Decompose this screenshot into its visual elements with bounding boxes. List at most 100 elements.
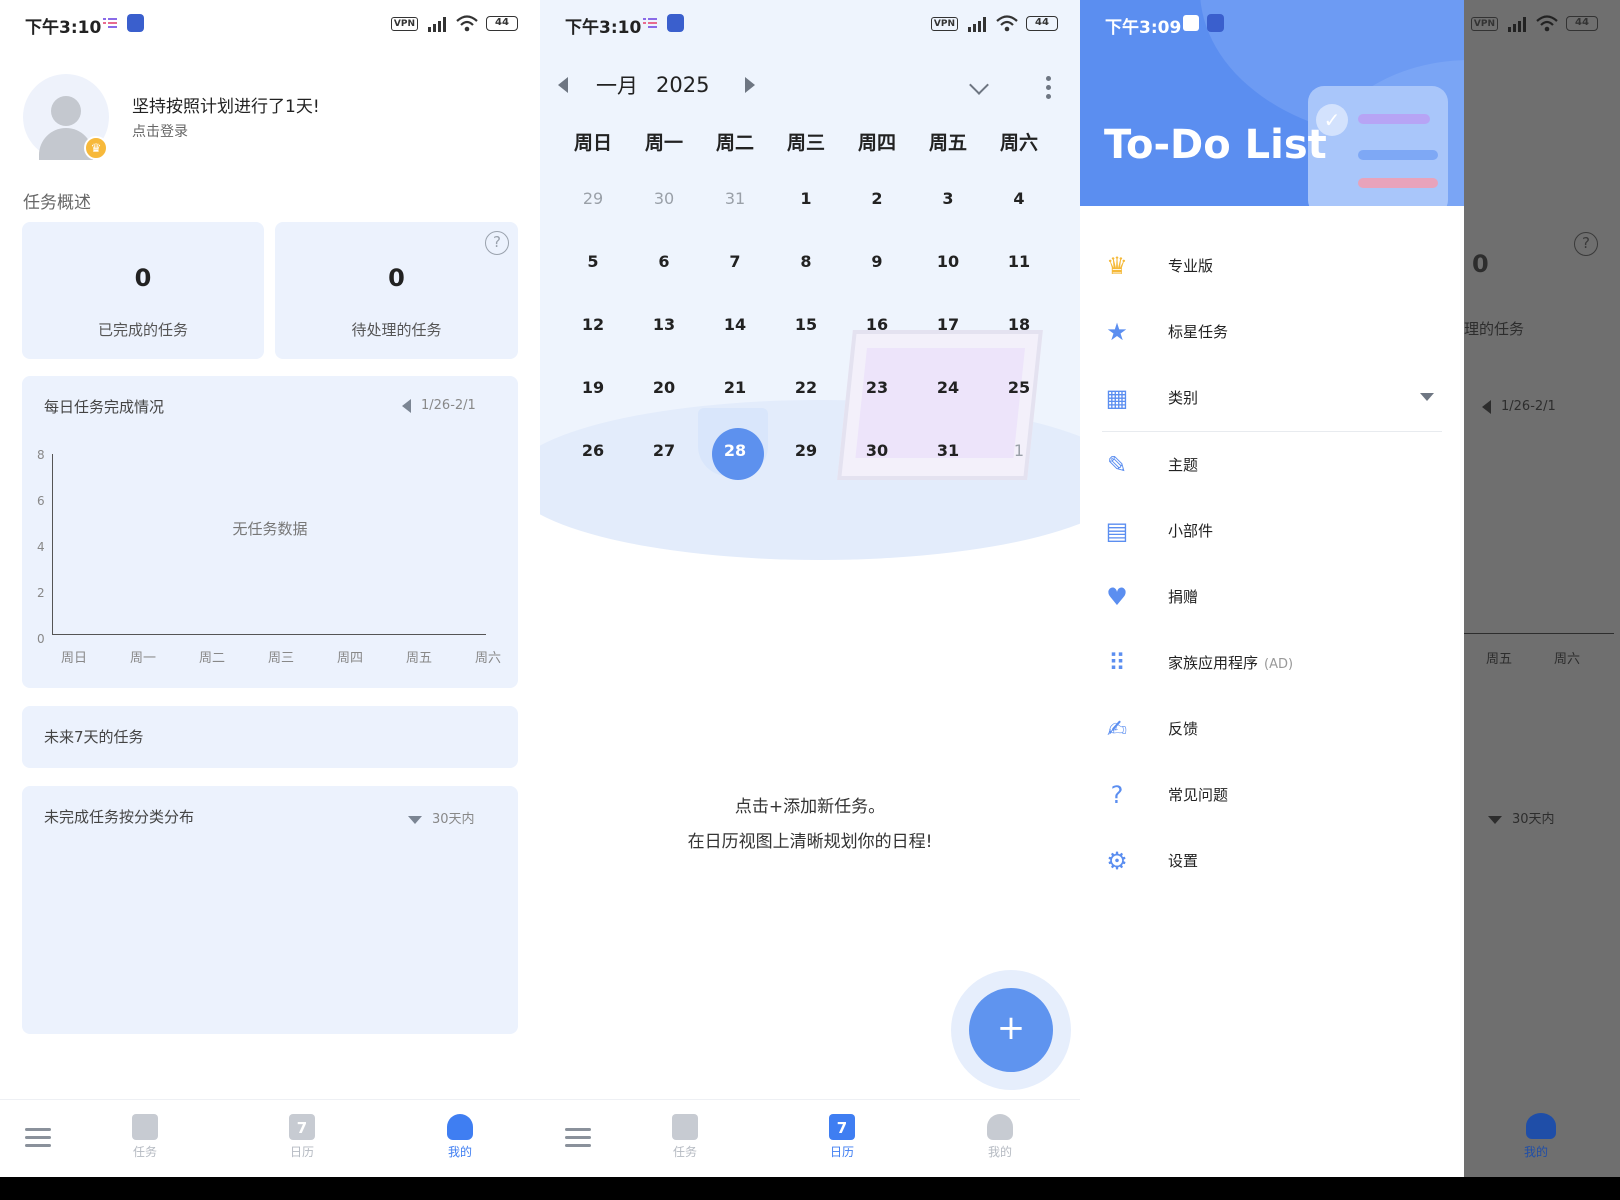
- status-bar: 下午3:10 VPN 44: [0, 0, 540, 46]
- calendar-day[interactable]: 24: [913, 378, 983, 397]
- calendar-day[interactable]: 6: [629, 252, 699, 271]
- calendar-day[interactable]: 10: [913, 252, 983, 271]
- calendar-day[interactable]: 30: [629, 189, 699, 208]
- brush-icon: ✎: [1106, 451, 1128, 479]
- category-range-selector[interactable]: 30天内: [408, 808, 475, 827]
- calendar-day[interactable]: 13: [629, 315, 699, 334]
- bottom-navigation: 任务 7 日历 我的: [540, 1099, 1080, 1177]
- help-icon[interactable]: ?: [485, 231, 509, 255]
- login-link[interactable]: 点击登录: [132, 121, 188, 141]
- calendar-day[interactable]: 4: [984, 189, 1054, 208]
- drawer-item-question[interactable]: ? 常见问题: [1080, 770, 1464, 820]
- peek-range-value: 1/26-2/1: [1501, 399, 1556, 414]
- signal-icon: [1508, 16, 1526, 32]
- drawer-item-text: 类别: [1168, 389, 1199, 407]
- calendar-day[interactable]: 1: [771, 189, 841, 208]
- nav-calendar[interactable]: 7 日历: [272, 1114, 332, 1160]
- ad-tag: (AD): [1264, 657, 1294, 672]
- calendar-day[interactable]: 1: [984, 441, 1054, 460]
- vpn-icon: VPN: [930, 16, 958, 31]
- calendar-day[interactable]: 29: [558, 189, 628, 208]
- x-tick: 周四: [336, 651, 363, 666]
- calendar-day-today[interactable]: 28: [700, 441, 770, 460]
- help-icon: ?: [1574, 232, 1598, 256]
- previous-week-icon[interactable]: [402, 398, 411, 413]
- x-axis: [52, 634, 486, 635]
- wifi-icon: [1536, 15, 1558, 32]
- calendar-day[interactable]: 22: [771, 378, 841, 397]
- add-task-button[interactable]: +: [969, 988, 1053, 1072]
- previous-month-icon[interactable]: [558, 77, 568, 93]
- calendar-day[interactable]: 19: [558, 378, 628, 397]
- calendar-day[interactable]: 25: [984, 378, 1054, 397]
- drawer-item-crown[interactable]: ♛ 专业版: [1080, 241, 1464, 291]
- drawer-item-feedback[interactable]: ✍ 反馈: [1080, 704, 1464, 754]
- daily-range-selector[interactable]: 1/26-2/1: [402, 398, 476, 413]
- calendar-day[interactable]: 20: [629, 378, 699, 397]
- wifi-icon: [456, 15, 478, 32]
- drawer-item-apps-grid[interactable]: ⠿ 家族应用程序 (AD): [1080, 638, 1464, 688]
- list-app-icon: [643, 18, 657, 28]
- peek-pending-label: 理的任务: [1464, 320, 1525, 338]
- avatar-head: [51, 96, 81, 126]
- gear-icon: ⚙: [1106, 847, 1128, 875]
- drawer-item-text: 反馈: [1168, 720, 1199, 738]
- nav-mine[interactable]: 我的: [430, 1114, 490, 1160]
- calendar-day[interactable]: 23: [842, 378, 912, 397]
- calendar-day[interactable]: 21: [700, 378, 770, 397]
- calendar-day[interactable]: 3: [913, 189, 983, 208]
- calendar-day[interactable]: 31: [913, 441, 983, 460]
- calendar-day[interactable]: 14: [700, 315, 770, 334]
- drawer-item-brush[interactable]: ✎ 主题: [1080, 440, 1464, 490]
- app-notification-icon: [667, 14, 684, 32]
- drawer-item-star[interactable]: ★ 标星任务: [1080, 307, 1464, 357]
- x-tick: 周三: [267, 651, 294, 666]
- drawer-item-gear[interactable]: ⚙ 设置: [1080, 836, 1464, 886]
- bottom-navigation: 任务 7 日历 我的: [0, 1099, 540, 1177]
- calendar-month[interactable]: 一月: [596, 70, 638, 100]
- weekday-header: 周六: [999, 132, 1038, 154]
- nav-calendar[interactable]: 7 日历: [812, 1114, 872, 1160]
- drawer-item-category[interactable]: ▦ 类别: [1080, 373, 1464, 423]
- calendar-year[interactable]: 2025: [656, 73, 709, 97]
- calendar-day[interactable]: 31: [700, 189, 770, 208]
- drawer-item-heart[interactable]: ♥ 捐赠: [1080, 572, 1464, 622]
- drawer-item-text: 小部件: [1168, 522, 1214, 540]
- calendar-day[interactable]: 30: [842, 441, 912, 460]
- nav-calendar-label: 日历: [829, 1145, 854, 1159]
- calendar-day[interactable]: 26: [558, 441, 628, 460]
- calendar-day[interactable]: 29: [771, 441, 841, 460]
- calendar-day[interactable]: 8: [771, 252, 841, 271]
- calendar-day[interactable]: 5: [558, 252, 628, 271]
- calendar-day[interactable]: 17: [913, 315, 983, 334]
- expand-arrow-icon[interactable]: [1420, 393, 1434, 401]
- calendar-day[interactable]: 2: [842, 189, 912, 208]
- nav-tasks[interactable]: 任务: [655, 1114, 715, 1160]
- heart-icon: ♥: [1106, 583, 1128, 611]
- widget-icon: ▤: [1105, 517, 1129, 545]
- more-options-icon[interactable]: [1046, 76, 1051, 103]
- peek-x-tick: 周五: [1486, 652, 1513, 667]
- app-notification-icon: [127, 14, 144, 32]
- menu-icon[interactable]: [565, 1128, 591, 1148]
- calendar-day[interactable]: 18: [984, 315, 1054, 334]
- nav-mine[interactable]: 我的: [970, 1114, 1030, 1160]
- next-month-icon[interactable]: [745, 77, 756, 93]
- drawer-item-widget[interactable]: ▤ 小部件: [1080, 506, 1464, 556]
- dimmed-background[interactable]: ? 0 理的任务 1/26-2/1 周五 周六 30天内 我的: [1464, 0, 1620, 1177]
- calendar-day[interactable]: 27: [629, 441, 699, 460]
- drawer-item-label: 捐赠: [1168, 586, 1198, 607]
- menu-icon[interactable]: [25, 1128, 51, 1148]
- calendar-day[interactable]: 12: [558, 315, 628, 334]
- calendar-day[interactable]: 7: [700, 252, 770, 271]
- calendar-day[interactable]: 9: [842, 252, 912, 271]
- nav-tasks[interactable]: 任务: [115, 1114, 175, 1160]
- calendar-day[interactable]: 16: [842, 315, 912, 334]
- next-7-days-card[interactable]: 未来7天的任务: [22, 706, 518, 768]
- drawer-item-label: 家族应用程序 (AD): [1168, 652, 1293, 673]
- calendar-day[interactable]: 11: [984, 252, 1054, 271]
- next-7-days-title: 未来7天的任务: [44, 728, 144, 746]
- signal-icon: [968, 16, 986, 32]
- drawer-item-label: 主题: [1168, 454, 1198, 475]
- calendar-day[interactable]: 15: [771, 315, 841, 334]
